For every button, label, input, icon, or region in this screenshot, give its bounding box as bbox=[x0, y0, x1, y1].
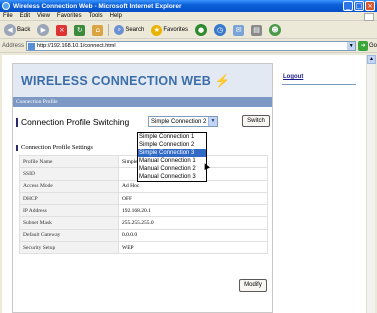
stop-icon: × bbox=[56, 24, 68, 36]
back-arrow-icon: ◀ bbox=[4, 24, 16, 36]
back-label: Back bbox=[17, 27, 31, 33]
settings-heading: Connection Profile Settings bbox=[16, 144, 93, 151]
profile-dropdown-list: Simple Connection 1 Simple Connection 2 Si… bbox=[137, 132, 207, 182]
forward-arrow-icon: ▶ bbox=[37, 24, 50, 36]
setting-value: OFF bbox=[118, 191, 268, 206]
switch-row: Connection Profile Switching Simple Conn… bbox=[16, 115, 271, 129]
go-button[interactable]: Go bbox=[369, 43, 377, 49]
menu-edit[interactable]: Edit bbox=[20, 13, 30, 19]
maximize-button[interactable]: □ bbox=[354, 1, 364, 11]
ie-icon bbox=[2, 2, 10, 10]
favorites-label: Favorites bbox=[163, 27, 189, 33]
bullet-mark bbox=[16, 117, 18, 127]
profile-select-value: Simple Connection 2 bbox=[151, 119, 207, 125]
dropdown-option[interactable]: Manual Connection 3 bbox=[138, 173, 206, 181]
menu-favorites[interactable]: Favorites bbox=[57, 13, 82, 19]
minimize-button[interactable]: _ bbox=[343, 1, 353, 11]
setting-key: Access Mode bbox=[19, 179, 119, 193]
print-button[interactable]: ▤ bbox=[249, 23, 264, 37]
dropdown-option[interactable]: Manual Connection 2 bbox=[138, 165, 206, 173]
address-bar: Address http://192.168.10.1/connect.html… bbox=[0, 40, 377, 53]
modify-button[interactable]: Modify bbox=[239, 279, 267, 292]
setting-value: 192.168.20.1 bbox=[118, 204, 268, 218]
menu-help[interactable]: Help bbox=[110, 13, 122, 19]
refresh-icon: ↻ bbox=[74, 24, 86, 36]
lightning-icon: ⚡ bbox=[214, 74, 231, 88]
favorites-star-icon: ★ bbox=[151, 24, 163, 36]
dropdown-option[interactable]: Simple Connection 3 bbox=[138, 149, 206, 157]
chevron-down-icon[interactable]: ▼ bbox=[208, 117, 217, 126]
address-input[interactable]: http://192.168.10.1/connect.html ▼ bbox=[26, 41, 357, 51]
back-button[interactable]: ◀ Back bbox=[2, 23, 32, 37]
section-title: Connection Profile bbox=[13, 97, 272, 107]
go-arrow-icon[interactable]: ➜ bbox=[358, 41, 368, 51]
close-button[interactable]: × bbox=[365, 1, 375, 11]
profile-select[interactable]: Simple Connection 2 ▼ bbox=[148, 116, 218, 127]
media-button[interactable]: ● bbox=[193, 23, 209, 37]
address-label: Address bbox=[2, 43, 25, 49]
vertical-scrollbar[interactable]: ▲ bbox=[366, 55, 376, 313]
setting-value: 0.0.0.0 bbox=[118, 228, 268, 243]
setting-key: Security Setup bbox=[19, 241, 119, 255]
media-icon: ● bbox=[195, 24, 208, 36]
main-panel: WIRELESS CONNECTION WEB ⚡ Connection Pro… bbox=[12, 63, 273, 313]
forward-button[interactable]: ▶ bbox=[35, 23, 51, 37]
setting-key: SSID bbox=[19, 167, 119, 181]
mail-icon: ✉ bbox=[233, 24, 245, 36]
dropdown-option[interactable]: Manual Connection 1 bbox=[138, 157, 206, 165]
history-icon: ◷ bbox=[214, 24, 227, 36]
messenger-button[interactable]: ☻ bbox=[267, 23, 283, 37]
dropdown-option[interactable]: Simple Connection 2 bbox=[138, 141, 206, 149]
menu-tools[interactable]: Tools bbox=[89, 13, 103, 19]
logout-divider bbox=[282, 84, 356, 85]
table-row: IP Address 192.168.20.1 bbox=[19, 204, 268, 218]
stop-button[interactable]: × bbox=[54, 23, 69, 37]
page-icon bbox=[28, 42, 36, 50]
toolbar: ◀ Back ▶ × ↻ ⌂ ⌕ Search ★ Favorites ● ◷ … bbox=[0, 22, 377, 39]
home-button[interactable]: ⌂ bbox=[90, 23, 105, 37]
bullet-mark bbox=[16, 144, 18, 151]
setting-key: Default Gateway bbox=[19, 228, 119, 243]
search-button[interactable]: ⌕ Search bbox=[112, 23, 146, 37]
site-logo-text: WIRELESS CONNECTION WEB bbox=[21, 74, 212, 88]
setting-key: IP Address bbox=[19, 204, 119, 218]
history-button[interactable]: ◷ bbox=[212, 23, 228, 37]
toolbar-separator bbox=[108, 24, 110, 36]
setting-value: 255.255.255.0 bbox=[118, 216, 268, 230]
scroll-up-icon[interactable]: ▲ bbox=[367, 55, 376, 64]
favorites-button[interactable]: ★ Favorites bbox=[149, 23, 190, 37]
setting-value: WEP bbox=[118, 241, 268, 255]
table-row: Subnet Mask 255.255.255.0 bbox=[19, 216, 268, 230]
window-titlebar[interactable]: Wireless Connection Web - Microsoft Inte… bbox=[0, 0, 377, 12]
table-row: Default Gateway 0.0.0.0 bbox=[19, 228, 268, 243]
switch-button[interactable]: Switch bbox=[242, 115, 270, 127]
setting-key: Profile Name bbox=[19, 154, 119, 169]
menu-file[interactable]: File bbox=[3, 13, 13, 19]
menu-bar: File Edit View Favorites Tools Help bbox=[0, 12, 377, 21]
header-banner: WIRELESS CONNECTION WEB ⚡ bbox=[13, 64, 272, 97]
setting-key: DHCP bbox=[19, 191, 119, 206]
dropdown-option[interactable]: Simple Connection 1 bbox=[138, 133, 206, 141]
site-logo: WIRELESS CONNECTION WEB ⚡ bbox=[21, 74, 230, 89]
home-icon: ⌂ bbox=[92, 24, 104, 36]
window-title: Wireless Connection Web - Microsoft Inte… bbox=[13, 2, 182, 10]
table-row: Security Setup WEP bbox=[19, 241, 268, 255]
search-icon: ⌕ bbox=[114, 25, 125, 35]
setting-key: Subnet Mask bbox=[19, 216, 119, 230]
refresh-button[interactable]: ↻ bbox=[72, 23, 87, 37]
menu-view[interactable]: View bbox=[37, 13, 50, 19]
page-content: ▲ Logout WIRELESS CONNECTION WEB ⚡ Conne… bbox=[2, 55, 376, 313]
settings-title: Connection Profile Settings bbox=[21, 144, 93, 151]
print-icon: ▤ bbox=[251, 24, 263, 36]
address-dropdown-icon[interactable]: ▼ bbox=[347, 42, 356, 50]
table-row: DHCP OFF bbox=[19, 191, 268, 206]
mail-button[interactable]: ✉ bbox=[231, 23, 246, 37]
logout-link[interactable]: Logout bbox=[283, 74, 303, 80]
messenger-icon: ☻ bbox=[269, 24, 282, 36]
switch-label: Connection Profile Switching bbox=[21, 117, 130, 127]
windows-logo-icon bbox=[364, 13, 374, 21]
search-label: Search bbox=[125, 27, 145, 33]
address-url: http://192.168.10.1/connect.html bbox=[37, 43, 116, 49]
